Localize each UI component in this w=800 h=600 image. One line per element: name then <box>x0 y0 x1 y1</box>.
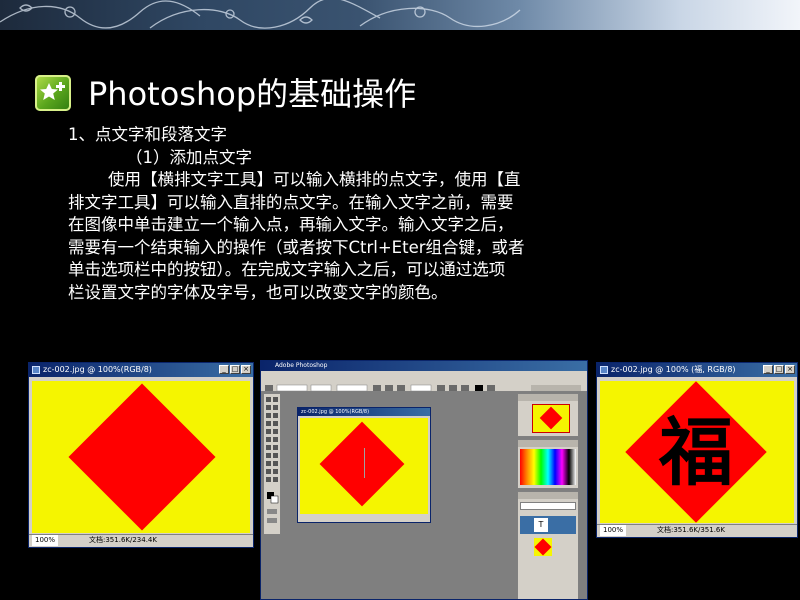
color-swatch-grid[interactable] <box>520 449 576 485</box>
photoshop-icon <box>32 366 40 374</box>
document-window: zc-002.jpg @ 100%(RGB/8) <box>297 407 431 523</box>
window-title: zc-002.jpg @ 100%(RGB/8) <box>43 365 152 374</box>
red-diamond-shape <box>539 406 563 430</box>
navigator-panel[interactable] <box>517 393 579 437</box>
app-title: Adobe Photoshop <box>275 362 328 369</box>
zoom-level[interactable]: 100% <box>600 525 627 536</box>
paragraph-line: 单击选项栏中的按钮）。在完成文字输入之后，可以通过选项 <box>68 260 506 279</box>
image-canvas[interactable]: 福 <box>600 381 794 523</box>
red-diamond-shape <box>319 421 405 507</box>
doc-size: 文档:351.6K/351.6K <box>657 526 725 534</box>
screenshot-window-right: zc-002.jpg @ 100% (福, RGB/8) _ □ × 福 100… <box>596 362 798 538</box>
paragraph-line: 排文字工具】可以输入直排的点文字。在输入文字之前，需要 <box>68 192 514 212</box>
close-button[interactable]: × <box>785 365 795 374</box>
screenshot-photoshop-app: Adobe Photoshop zc-002.jpg @ 100%(RGB/8)… <box>260 360 588 600</box>
image-canvas[interactable] <box>32 381 250 533</box>
photoshop-icon <box>600 366 608 374</box>
layers-panel[interactable]: T <box>517 491 579 599</box>
options-bar[interactable] <box>261 379 587 392</box>
red-diamond-shape <box>68 383 216 531</box>
background-layer-row[interactable] <box>520 536 576 558</box>
fu-character-text: 福 <box>659 410 733 496</box>
star-plus-icon <box>35 75 71 111</box>
app-titlebar: Adobe Photoshop <box>261 361 587 371</box>
ornamental-header <box>0 0 800 30</box>
maximize-button[interactable]: □ <box>230 365 240 374</box>
slide-title: Photoshop的基础操作 <box>88 75 417 113</box>
document-title: zc-002.jpg @ 100%(RGB/8) <box>301 409 370 415</box>
document-titlebar: zc-002.jpg @ 100%(RGB/8) <box>298 408 430 416</box>
close-button[interactable]: × <box>241 365 251 374</box>
section-heading: 1、点文字和段落文字 <box>68 125 227 144</box>
minimize-button[interactable]: _ <box>219 365 229 374</box>
layers-tabs[interactable] <box>518 492 578 499</box>
window-titlebar: zc-002.jpg @ 100%(RGB/8) _ □ × <box>29 363 253 377</box>
paragraph-line: 栏设置文字的字体及字号，也可以改变文字的颜色。 <box>68 282 448 302</box>
maximize-button[interactable]: □ <box>774 365 784 374</box>
navigator-preview <box>532 404 570 433</box>
menu-bar[interactable] <box>261 371 587 379</box>
red-diamond-shape <box>534 538 552 556</box>
minimize-button[interactable]: _ <box>763 365 773 374</box>
swatches-panel[interactable] <box>517 439 579 489</box>
status-bar: 100% 文档:351.6K/351.6K <box>597 524 797 537</box>
screenshot-window-left: zc-002.jpg @ 100%(RGB/8) _ □ × 100% 文档:3… <box>28 362 254 548</box>
image-canvas[interactable] <box>300 418 428 514</box>
text-layer-thumb-icon: T <box>534 518 548 532</box>
window-title: zc-002.jpg @ 100% (福, RGB/8) <box>611 365 736 374</box>
paragraph-line: 需要有一个结束输入的操作（或者按下Ctrl+Eter组合键，或者 <box>68 237 525 257</box>
paragraph-line: 使用【横排文字工具】可以输入横排的点文字，使用【直 <box>108 170 521 189</box>
section-subheading: （1）添加点文字 <box>126 147 252 167</box>
window-titlebar: zc-002.jpg @ 100% (福, RGB/8) _ □ × <box>597 363 797 377</box>
background-layer-thumb <box>534 538 552 556</box>
paragraph-line: 在图像中单击建立一个输入点，再输入文字。输入文字之后， <box>68 215 514 234</box>
navigator-tabs[interactable] <box>518 394 578 401</box>
status-bar: 100% 文档:351.6K/234.4K <box>29 534 253 547</box>
toolbox-panel[interactable] <box>263 393 281 535</box>
zoom-level[interactable]: 100% <box>32 535 59 546</box>
text-layer-row[interactable]: T <box>520 516 576 534</box>
body-text: 1、点文字和段落文字 （1）添加点文字 使用【横排文字工具】可以输入横排的点文字… <box>68 124 628 304</box>
text-cursor <box>364 448 365 478</box>
swatches-tabs[interactable] <box>518 440 578 447</box>
blend-mode-select[interactable] <box>520 502 576 510</box>
doc-size: 文档:351.6K/234.4K <box>89 536 157 544</box>
